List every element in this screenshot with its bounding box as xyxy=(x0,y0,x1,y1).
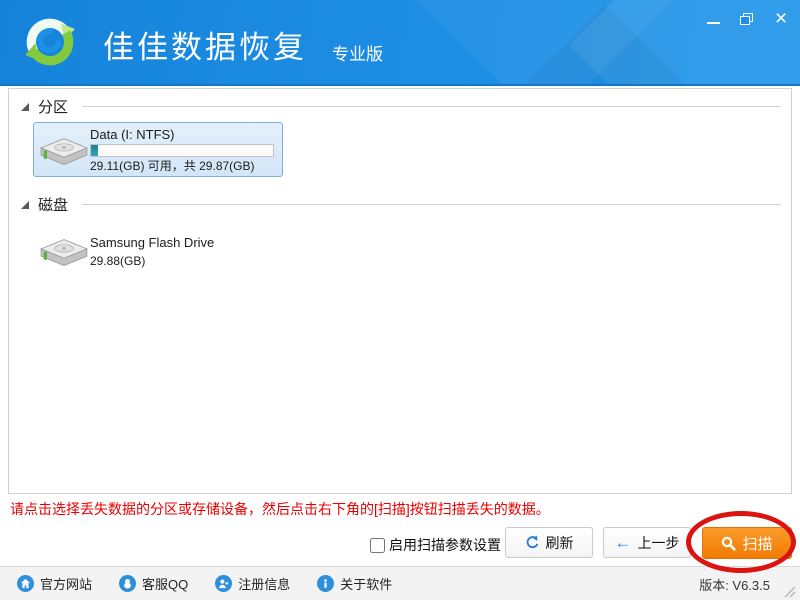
scan-label: 扫描 xyxy=(742,533,772,554)
back-label: 上一步 xyxy=(638,533,680,553)
collapse-triangle-icon xyxy=(21,201,29,209)
app-window: 佳佳数据恢复 专业版 × 分区 xyxy=(0,0,800,600)
home-icon xyxy=(17,575,34,592)
collapse-triangle-icon xyxy=(21,103,29,111)
minimize-icon xyxy=(707,22,720,24)
resize-grip[interactable] xyxy=(783,585,797,598)
scan-params-label: 启用扫描参数设置 xyxy=(389,535,501,555)
version-label: 版本: V6.3.5 xyxy=(699,575,770,594)
statusbar-item-label: 关于软件 xyxy=(340,574,392,593)
app-title: 佳佳数据恢复 xyxy=(103,22,307,67)
statusbar-item-about[interactable]: 关于软件 xyxy=(317,574,392,593)
section-divider xyxy=(82,106,781,107)
qq-icon xyxy=(119,575,136,592)
statusbar-item-website[interactable]: 官方网站 xyxy=(17,574,92,593)
statusbar-item-register[interactable]: 注册信息 xyxy=(215,574,290,593)
refresh-label: 刷新 xyxy=(546,533,574,553)
partition-section-label: 分区 xyxy=(38,96,68,117)
statusbar-item-label: 客服QQ xyxy=(142,574,188,593)
titlebar: 佳佳数据恢复 专业版 × xyxy=(0,0,800,86)
partition-item-selected[interactable]: Data (I: NTFS) 29.11(GB) 可用，共 29.87(GB) xyxy=(33,122,283,177)
device-panel: 分区 Data (I: NTFS) 29.11(GB) 可用，共 29.87(G… xyxy=(8,88,792,494)
window-controls: × xyxy=(704,8,790,30)
app-edition-label: 专业版 xyxy=(332,40,383,65)
scan-params-option[interactable]: 启用扫描参数设置 xyxy=(370,535,501,555)
statusbar-item-label: 官方网站 xyxy=(40,574,92,593)
close-icon: × xyxy=(775,10,787,28)
partition-usage-bar xyxy=(90,144,274,157)
statusbar-item-label: 注册信息 xyxy=(238,574,290,593)
section-divider xyxy=(82,204,781,205)
back-button[interactable]: ← 上一步 xyxy=(603,527,691,558)
partition-capacity: 29.11(GB) 可用，共 29.87(GB) xyxy=(90,159,274,173)
register-icon xyxy=(215,575,232,592)
app-logo-icon xyxy=(22,14,78,70)
hard-drive-icon xyxy=(38,130,90,170)
refresh-button[interactable]: 刷新 xyxy=(505,527,593,558)
disk-section-label: 磁盘 xyxy=(38,194,68,215)
disk-item[interactable]: Samsung Flash Drive 29.88(GB) xyxy=(33,227,283,275)
scan-params-checkbox[interactable] xyxy=(370,538,385,553)
refresh-icon xyxy=(525,535,540,550)
statusbar: 官方网站 客服QQ 注册信息 关于软件 xyxy=(0,566,800,600)
partition-usage-fill xyxy=(91,145,98,156)
partition-name: Data (I: NTFS) xyxy=(90,127,274,142)
search-icon xyxy=(721,536,736,551)
disk-size: 29.88(GB) xyxy=(90,254,214,268)
disk-section-header[interactable]: 磁盘 xyxy=(21,194,781,215)
minimize-button[interactable] xyxy=(704,10,722,28)
back-arrow-icon: ← xyxy=(615,536,632,550)
restore-icon xyxy=(740,13,754,26)
close-button[interactable]: × xyxy=(772,10,790,28)
disk-name: Samsung Flash Drive xyxy=(90,235,214,250)
hint-text: 请点击选择丢失数据的分区或存储设备，然后点击右下角的[扫描]按钮扫描丢失的数据。 xyxy=(10,499,550,519)
hard-drive-icon xyxy=(38,231,90,271)
scan-button[interactable]: 扫描 xyxy=(702,527,792,559)
restore-button[interactable] xyxy=(738,10,756,28)
about-icon xyxy=(317,575,334,592)
partition-section-header[interactable]: 分区 xyxy=(21,96,781,117)
statusbar-item-qq[interactable]: 客服QQ xyxy=(119,574,188,593)
